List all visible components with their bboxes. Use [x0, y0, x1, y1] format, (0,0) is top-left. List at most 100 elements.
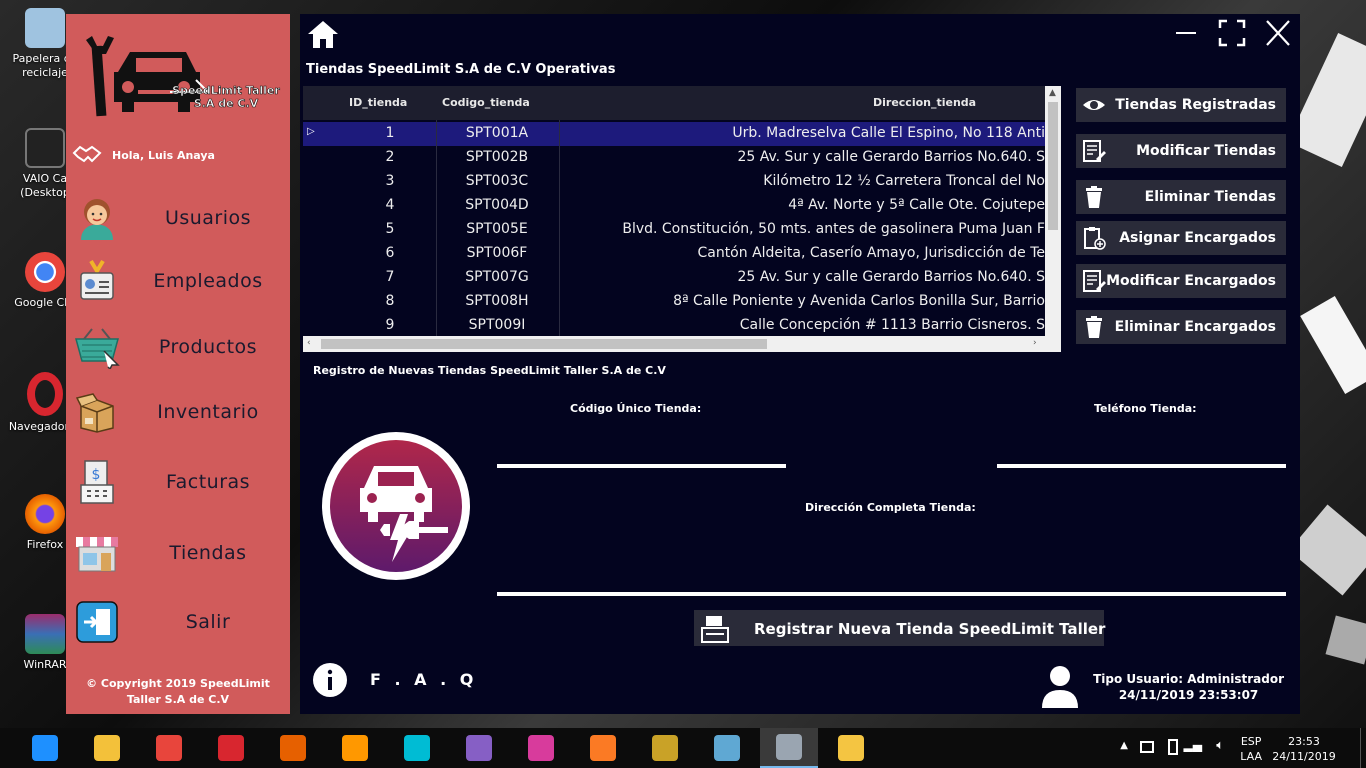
cell-codigo: SPT007G [465, 269, 529, 285]
keyboard-layout: LAA [1240, 750, 1262, 763]
direccion-input[interactable] [497, 570, 1286, 592]
box-icon [74, 389, 120, 435]
taskbar-app-paint[interactable] [822, 728, 880, 768]
taskbar-app-internet-explorer[interactable] [16, 728, 74, 768]
nav-facturas[interactable]: $ Facturas [66, 454, 290, 510]
horizontal-scrollbar[interactable]: ‹ › [303, 336, 1045, 352]
button-label: Eliminar Tiendas [1144, 189, 1276, 205]
taskbar-app-sublime-text[interactable] [326, 728, 384, 768]
button-label: Registrar Nueva Tienda SpeedLimit Taller [754, 620, 1106, 638]
scroll-left-arrow[interactable]: ‹ [307, 338, 311, 348]
table-row[interactable]: ▷ 1 SPT001A Urb. Madreselva Calle El Espino… [303, 122, 1045, 146]
taskbar-app-connector[interactable] [760, 728, 818, 768]
taskbar-app-xampp[interactable] [574, 728, 632, 768]
cell-direccion: Blvd. Constitución, 50 mts. antes de gas… [622, 221, 1045, 237]
copyright-text: © Copyright 2019 SpeedLimit Taller S.A d… [86, 677, 270, 706]
table-row[interactable]: 3 SPT003C Kilómetro 12 ½ Carretera Troncal… [303, 170, 1045, 194]
cell-codigo: SPT008H [465, 293, 529, 309]
signal-icon[interactable]: ▂▄ [1184, 738, 1202, 752]
winrar-icon [25, 614, 65, 654]
device-icon[interactable] [1168, 739, 1178, 755]
table-row[interactable]: 4 SPT004D 4ª Av. Norte y 5ª Calle Ote. Coj… [303, 194, 1045, 218]
modificar-encargados-button[interactable]: Modificar Encargados [1076, 264, 1286, 298]
tiendas-registradas-button[interactable]: Tiendas Registradas [1076, 88, 1286, 122]
taskbar-app-microsoft-store[interactable] [512, 728, 570, 768]
close-button[interactable] [1262, 18, 1294, 48]
eliminar-encargados-button[interactable]: Eliminar Encargados [1076, 310, 1286, 344]
horizontal-scroll-thumb[interactable] [321, 339, 767, 349]
nav-productos[interactable]: Productos [66, 319, 290, 375]
network-icon[interactable] [1140, 741, 1154, 753]
nav-usuarios[interactable]: Usuarios [66, 190, 290, 246]
minimize-button[interactable] [1170, 18, 1202, 48]
column-header-id[interactable]: ID_tienda [349, 96, 407, 109]
nav-salir[interactable]: Salir [66, 594, 290, 650]
direccion-underline [497, 592, 1286, 596]
volume-icon[interactable]: 🔈︎ [1216, 738, 1224, 753]
show-desktop-button[interactable] [1360, 728, 1366, 768]
nav-inventario[interactable]: Inventario [66, 384, 290, 440]
vertical-scrollbar[interactable]: ▲ [1045, 86, 1061, 336]
cell-direccion: Kilómetro 12 ½ Carretera Troncal del No [763, 173, 1045, 189]
section-title: Tiendas SpeedLimit S.A de C.V Operativas [306, 62, 616, 77]
table-row[interactable]: 2 SPT002B 25 Av. Sur y calle Gerardo Barri… [303, 146, 1045, 170]
column-divider [436, 120, 437, 336]
clock[interactable]: 23:53 24/11/2019 [1266, 734, 1342, 764]
home-icon[interactable] [306, 18, 340, 50]
language-indicator[interactable]: ESP LAA [1240, 734, 1262, 764]
taskbar-app-tools[interactable] [636, 728, 694, 768]
nav-empleados[interactable]: Empleados [66, 253, 290, 309]
nav-label: Productos [158, 336, 258, 358]
cell-id: 8 [385, 293, 395, 309]
taskbar-app-file-explorer[interactable] [78, 728, 136, 768]
cell-id: 9 [385, 317, 395, 333]
vertical-scroll-thumb[interactable] [1048, 102, 1058, 230]
telefono-underline [997, 464, 1286, 468]
taskbar-app-sourcetree[interactable] [388, 728, 446, 768]
visual-studio-icon [466, 735, 492, 761]
taskbar-app-opera[interactable] [202, 728, 260, 768]
cell-codigo: SPT009I [468, 317, 526, 333]
google-chrome-icon [156, 735, 182, 761]
asignar-encargados-button[interactable]: Asignar Encargados [1076, 221, 1286, 255]
car-repair-logo [322, 432, 470, 580]
taskbar-app-virtualbox[interactable] [698, 728, 756, 768]
faq-link[interactable]: F . A . Q [370, 670, 477, 689]
opera-icon [27, 372, 63, 416]
table-row[interactable]: 7 SPT007G 25 Av. Sur y calle Gerardo Barri… [303, 266, 1045, 290]
register-store-button[interactable]: Registrar Nueva Tienda SpeedLimit Taller [694, 610, 1106, 646]
telefono-input[interactable] [997, 442, 1286, 464]
scroll-right-arrow[interactable]: › [1033, 338, 1037, 348]
edit-list-icon [1083, 270, 1106, 292]
opera-icon [218, 735, 244, 761]
cell-id: 7 [385, 269, 395, 285]
clock-time: 23:53 [1288, 735, 1320, 748]
column-header-codigo[interactable]: Codigo_tienda [442, 96, 530, 109]
maximize-button[interactable] [1216, 18, 1248, 48]
codigo-underline [497, 464, 786, 468]
cell-direccion: Calle Concepción # 1113 Barrio Cisneros.… [739, 317, 1045, 333]
telefono-label: Teléfono Tienda: [1094, 402, 1197, 415]
cell-id: 2 [385, 149, 395, 165]
scroll-up-arrow[interactable]: ▲ [1049, 88, 1056, 98]
taskbar-app-google-chrome[interactable] [140, 728, 198, 768]
taskbar-app-firefox[interactable] [264, 728, 322, 768]
taskbar-app-visual-studio[interactable] [450, 728, 508, 768]
recycle-bin-icon [25, 8, 65, 48]
handshake-icon [72, 145, 102, 163]
sublime-text-icon [342, 735, 368, 761]
table-row[interactable]: 6 SPT006F Cantón Aldeita, Caserío Amayo, J… [303, 242, 1045, 266]
table-row[interactable]: 5 SPT005E Blvd. Constitución, 50 mts. ante… [303, 218, 1045, 242]
info-icon[interactable] [312, 662, 348, 698]
exit-door-icon [74, 599, 120, 645]
table-row[interactable]: 9 SPT009I Calle Concepción # 1113 Barrio C… [303, 314, 1045, 338]
stores-table[interactable]: ID_tienda Codigo_tienda Direccion_tienda… [303, 86, 1061, 352]
nav-tiendas[interactable]: Tiendas [66, 525, 290, 581]
table-row[interactable]: 8 SPT008H 8ª Calle Poniente y Avenida Carl… [303, 290, 1045, 314]
background-shard [1300, 296, 1366, 394]
column-header-direccion[interactable]: Direccion_tienda [873, 96, 976, 109]
modificar-tiendas-button[interactable]: Modificar Tiendas [1076, 134, 1286, 168]
show-hidden-icons-arrow[interactable]: ▲ [1120, 740, 1128, 751]
codigo-input[interactable] [497, 442, 786, 464]
eliminar-tiendas-button[interactable]: Eliminar Tiendas [1076, 180, 1286, 214]
